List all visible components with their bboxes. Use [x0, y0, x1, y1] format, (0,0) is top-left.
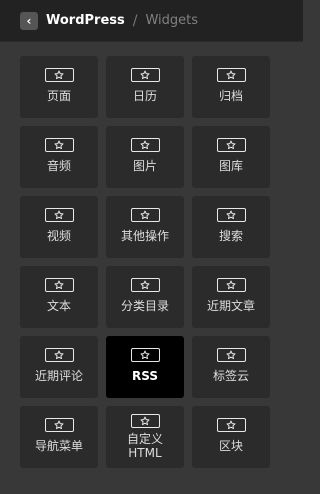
widget-label: 搜索	[218, 229, 243, 243]
widget-tile[interactable]: RSS	[106, 336, 184, 398]
widget-label: 文本	[46, 299, 71, 313]
widget-tile[interactable]: 导航菜单	[20, 406, 98, 468]
widget-label: 区块	[218, 439, 243, 453]
widget-tile[interactable]: 近期文章	[192, 266, 270, 328]
widget-label: 其他操作	[120, 229, 169, 243]
widget-tile[interactable]: 图库	[192, 126, 270, 188]
widget-label: 归档	[218, 89, 243, 103]
widget-tile[interactable]: 视频	[20, 196, 98, 258]
widget-tile[interactable]: 分类目录	[106, 266, 184, 328]
star-icon	[130, 68, 160, 82]
breadcrumb-wordpress[interactable]: WordPress	[46, 13, 125, 28]
widget-tile[interactable]: 归档	[192, 56, 270, 118]
widget-label: 音频	[46, 159, 71, 173]
widget-label: 页面	[46, 89, 71, 103]
widget-tile[interactable]: 近期评论	[20, 336, 98, 398]
widget-label: 近期评论	[34, 369, 83, 383]
star-icon	[216, 208, 246, 222]
widget-label: 近期文章	[206, 299, 255, 313]
star-icon	[130, 414, 160, 428]
star-icon	[130, 348, 160, 362]
star-icon	[130, 278, 160, 292]
widget-label: 日历	[132, 89, 157, 103]
star-icon	[216, 278, 246, 292]
widget-label: 标签云	[212, 369, 249, 383]
widget-label: 分类目录	[120, 299, 169, 313]
widget-tile[interactable]: 日历	[106, 56, 184, 118]
widget-tile[interactable]: 其他操作	[106, 196, 184, 258]
widget-label: 自定义 HTML	[126, 432, 163, 460]
star-icon	[44, 68, 74, 82]
widget-label: 图库	[218, 159, 243, 173]
widget-tile[interactable]: 自定义 HTML	[106, 406, 184, 468]
star-icon	[44, 138, 74, 152]
star-icon	[44, 278, 74, 292]
back-button[interactable]: ‹	[20, 11, 38, 30]
header: ‹ WordPress / Widgets	[0, 0, 303, 42]
star-icon	[130, 138, 160, 152]
widget-tile[interactable]: 音频	[20, 126, 98, 188]
star-icon	[44, 418, 74, 432]
widget-tile[interactable]: 页面	[20, 56, 98, 118]
star-icon	[130, 208, 160, 222]
breadcrumb-separator: /	[132, 12, 138, 29]
widget-label: 图片	[132, 159, 157, 173]
star-icon	[216, 348, 246, 362]
star-icon	[44, 208, 74, 222]
widget-grid: 页面 日历 归档音频 图片 图库视频 其他操作 搜索文本 分类目录 近期文章近期评论 RSS 标签云…	[20, 56, 270, 468]
star-icon	[216, 418, 246, 432]
chevron-left-icon: ‹	[26, 13, 32, 28]
widget-tile[interactable]: 图片	[106, 126, 184, 188]
widget-tile[interactable]: 标签云	[192, 336, 270, 398]
breadcrumb-widgets: Widgets	[145, 13, 199, 28]
widget-tile[interactable]: 区块	[192, 406, 270, 468]
star-icon	[44, 348, 74, 362]
star-icon	[216, 138, 246, 152]
widget-label: 导航菜单	[34, 439, 83, 453]
widget-tile[interactable]: 文本	[20, 266, 98, 328]
widget-label: 视频	[46, 229, 71, 243]
widget-tile[interactable]: 搜索	[192, 196, 270, 258]
star-icon	[216, 68, 246, 82]
widget-label: RSS	[132, 369, 158, 383]
